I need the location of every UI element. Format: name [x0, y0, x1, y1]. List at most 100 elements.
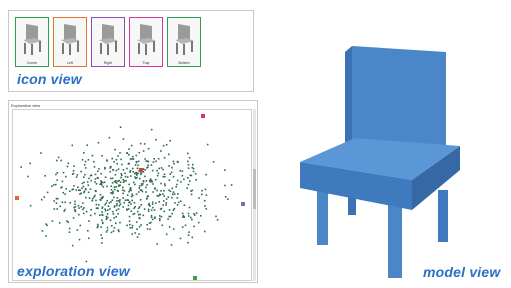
exploration-point[interactable]: [137, 213, 140, 216]
exploration-point[interactable]: [162, 168, 164, 171]
exploration-point[interactable]: [152, 206, 154, 209]
exploration-point[interactable]: [128, 162, 130, 165]
exploration-point[interactable]: [128, 215, 131, 218]
exploration-point[interactable]: [172, 160, 175, 163]
exploration-point[interactable]: [123, 190, 126, 192]
exploration-point[interactable]: [71, 244, 74, 247]
exploration-point[interactable]: [83, 181, 85, 184]
exploration-point[interactable]: [79, 189, 81, 191]
exploration-point[interactable]: [133, 207, 135, 210]
exploration-point[interactable]: [187, 177, 189, 179]
exploration-point[interactable]: [152, 161, 155, 163]
exploration-point[interactable]: [73, 165, 75, 167]
exploration-point[interactable]: [163, 173, 166, 175]
exploration-point[interactable]: [118, 204, 121, 207]
exploration-point[interactable]: [119, 203, 122, 205]
exploration-point[interactable]: [171, 212, 173, 215]
exploration-point[interactable]: [144, 175, 146, 178]
exploration-point[interactable]: [146, 195, 149, 198]
exploration-point[interactable]: [160, 182, 162, 185]
exploration-point[interactable]: [81, 159, 84, 161]
exploration-point[interactable]: [116, 200, 118, 202]
exploration-point[interactable]: [132, 171, 135, 173]
exploration-point[interactable]: [204, 230, 206, 233]
exploration-point[interactable]: [172, 191, 175, 193]
selected-shape-marker[interactable]: [241, 202, 245, 206]
exploration-point[interactable]: [187, 152, 189, 155]
exploration-point[interactable]: [114, 148, 116, 151]
exploration-point[interactable]: [179, 200, 182, 202]
exploration-point[interactable]: [147, 210, 150, 212]
exploration-point[interactable]: [131, 193, 133, 195]
exploration-point[interactable]: [77, 205, 80, 207]
exploration-point[interactable]: [197, 221, 200, 224]
exploration-point[interactable]: [69, 202, 71, 204]
scrollbar[interactable]: [253, 109, 256, 281]
exploration-point[interactable]: [138, 187, 141, 189]
exploration-point[interactable]: [120, 176, 122, 179]
exploration-point[interactable]: [175, 186, 177, 188]
exploration-point[interactable]: [91, 154, 94, 157]
exploration-point[interactable]: [104, 166, 106, 169]
exploration-point[interactable]: [192, 167, 195, 170]
exploration-point[interactable]: [179, 169, 181, 172]
exploration-point[interactable]: [122, 206, 124, 208]
exploration-point[interactable]: [78, 213, 80, 216]
exploration-point[interactable]: [204, 205, 206, 207]
exploration-point[interactable]: [131, 158, 133, 160]
exploration-point[interactable]: [135, 160, 138, 163]
exploration-point[interactable]: [142, 183, 144, 185]
exploration-point[interactable]: [152, 191, 154, 193]
exploration-point[interactable]: [140, 204, 143, 206]
exploration-point[interactable]: [149, 178, 152, 180]
exploration-point[interactable]: [91, 198, 94, 200]
exploration-point[interactable]: [72, 217, 75, 219]
exploration-point[interactable]: [171, 187, 174, 190]
exploration-point[interactable]: [76, 229, 79, 231]
exploration-point[interactable]: [126, 208, 128, 211]
exploration-point[interactable]: [172, 228, 175, 230]
exploration-point[interactable]: [192, 170, 195, 173]
exploration-point[interactable]: [148, 179, 151, 182]
exploration-point[interactable]: [189, 180, 191, 182]
exploration-point[interactable]: [81, 187, 83, 189]
exploration-point[interactable]: [80, 206, 82, 208]
exploration-point[interactable]: [112, 169, 114, 171]
exploration-point[interactable]: [56, 179, 58, 181]
exploration-point[interactable]: [145, 186, 147, 189]
exploration-point[interactable]: [61, 201, 64, 204]
exploration-point[interactable]: [146, 223, 148, 226]
exploration-point[interactable]: [187, 183, 190, 186]
exploration-point[interactable]: [106, 226, 109, 229]
exploration-point[interactable]: [106, 159, 108, 161]
exploration-point[interactable]: [55, 202, 58, 204]
exploration-point[interactable]: [156, 189, 158, 192]
exploration-point[interactable]: [66, 165, 69, 168]
exploration-point[interactable]: [94, 194, 96, 197]
exploration-point[interactable]: [100, 172, 102, 175]
selected-shape-marker[interactable]: [201, 114, 205, 118]
exploration-point[interactable]: [145, 180, 148, 182]
exploration-point[interactable]: [83, 164, 86, 166]
exploration-point[interactable]: [188, 231, 190, 233]
exploration-point[interactable]: [112, 213, 115, 215]
exploration-point[interactable]: [90, 179, 92, 182]
exploration-point[interactable]: [147, 147, 150, 150]
exploration-point[interactable]: [151, 203, 154, 205]
exploration-point[interactable]: [84, 167, 87, 169]
exploration-point[interactable]: [191, 236, 194, 239]
exploration-point[interactable]: [151, 180, 154, 183]
exploration-point[interactable]: [56, 159, 58, 162]
exploration-point[interactable]: [102, 186, 105, 188]
exploration-point[interactable]: [84, 173, 86, 176]
exploration-point[interactable]: [206, 143, 209, 146]
exploration-point[interactable]: [230, 184, 233, 186]
exploration-point[interactable]: [117, 168, 120, 170]
exploration-point[interactable]: [100, 234, 102, 236]
exploration-point[interactable]: [82, 202, 84, 204]
exploration-point[interactable]: [137, 191, 140, 193]
exploration-point[interactable]: [105, 202, 107, 204]
exploration-point[interactable]: [188, 215, 190, 217]
exploration-point[interactable]: [101, 237, 103, 239]
exploration-point[interactable]: [154, 178, 157, 181]
